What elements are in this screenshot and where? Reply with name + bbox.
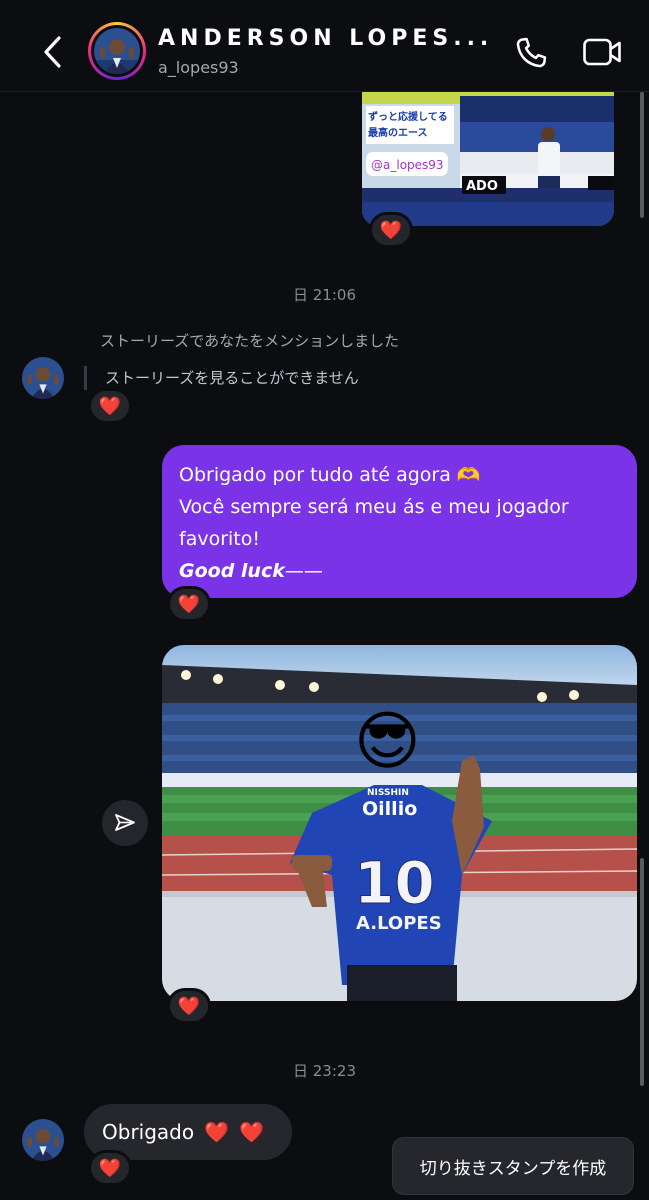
- contact-username[interactable]: a_lopes93: [158, 58, 239, 77]
- profile-avatar[interactable]: [88, 22, 146, 80]
- scrollbar-thumb[interactable]: [640, 858, 644, 1086]
- jersey-number: 10: [354, 849, 435, 917]
- share-button[interactable]: [102, 800, 148, 846]
- sent-photo[interactable]: NISSHIN Oillio 10 A.LOPES 😎: [162, 645, 637, 1001]
- reaction-badge[interactable]: ❤️: [88, 1150, 132, 1186]
- story-caption-1: ずっと応援してる: [368, 110, 448, 123]
- jersey-sponsor-top: NISSHIN: [367, 788, 409, 798]
- timestamp-divider: 日 21:06: [293, 286, 356, 304]
- video-call-button[interactable]: [582, 36, 622, 68]
- face-emoji-sticker: 😎: [354, 705, 421, 779]
- story-reaction[interactable]: ❤️: [369, 212, 413, 248]
- sent-message-line: favorito!: [179, 528, 260, 550]
- jersey-name: A.LOPES: [356, 913, 442, 934]
- svg-text:ADO: ADO: [466, 179, 498, 194]
- story-mention-tag: @a_lopes93: [371, 158, 444, 172]
- scrollbar-top[interactable]: [640, 92, 644, 218]
- voice-call-button[interactable]: [512, 34, 550, 72]
- create-cutout-sticker-button[interactable]: 切り抜きスタンプを作成: [392, 1137, 634, 1195]
- heart-emojis: ❤️ ❤️: [204, 1120, 267, 1144]
- reaction-badge[interactable]: ❤️: [88, 388, 132, 424]
- jersey-sponsor: Oillio: [362, 798, 417, 820]
- reaction-badge[interactable]: ❤️: [167, 988, 211, 1024]
- sender-avatar[interactable]: [22, 357, 64, 399]
- story-caption-2: 最高のエース: [368, 126, 428, 139]
- sent-message-bubble[interactable]: Obrigado por tudo até agora 🫶 Você sempr…: [162, 445, 637, 598]
- chevron-left-icon: [44, 36, 61, 68]
- sender-avatar[interactable]: [22, 1119, 64, 1161]
- sent-message-signature: Good luck: [179, 560, 285, 582]
- phone-icon: [516, 37, 547, 68]
- received-message-text: Obrigado: [102, 1120, 195, 1144]
- chat-header: ANDERSON LOPES... a_lopes93: [0, 0, 649, 92]
- signature-dash: ——: [284, 560, 323, 582]
- sent-message-line: Você sempre será meu ás e meu jogador: [179, 496, 569, 518]
- contact-name[interactable]: ANDERSON LOPES...: [158, 26, 493, 51]
- story-mention-image[interactable]: ADO ずっと応援してる 最高のエース @a_lopes93: [362, 92, 614, 226]
- back-button[interactable]: [38, 32, 68, 72]
- video-camera-icon: [583, 38, 621, 66]
- mention-notice: ストーリーズであなたをメンションしました: [100, 332, 400, 350]
- sent-message-line: Obrigado por tudo até agora 🫶: [179, 464, 481, 486]
- reaction-badge[interactable]: ❤️: [167, 586, 211, 622]
- paper-plane-icon: [115, 814, 135, 831]
- timestamp-divider: 日 23:23: [293, 1062, 356, 1080]
- story-unavailable-text: ストーリーズを見ることができません: [84, 366, 359, 390]
